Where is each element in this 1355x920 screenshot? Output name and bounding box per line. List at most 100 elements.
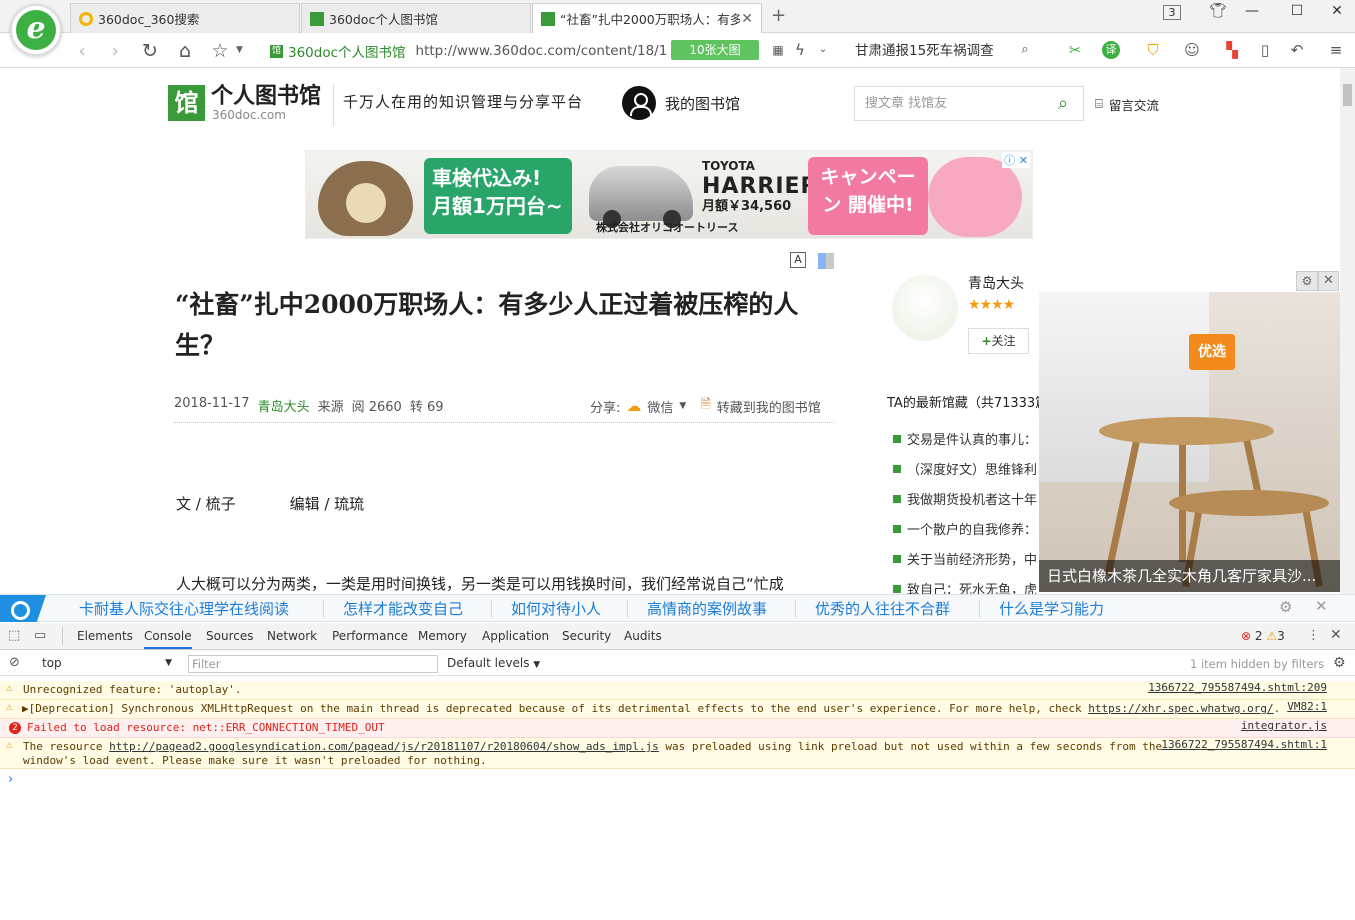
error-counter[interactable]: ⊗ 2 ⚠3 — [1241, 629, 1285, 643]
page-scrollbar[interactable] — [1340, 68, 1355, 594]
user-avatar-icon — [622, 86, 656, 120]
apps-icon[interactable]: ▚ — [1221, 40, 1243, 60]
back-icon[interactable]: ‹ — [70, 40, 94, 62]
ad-caption[interactable]: 日式白橡木茶几全实木角几客厅家具沙... — [1039, 560, 1340, 592]
list-item[interactable]: 关于当前经济形势，中 — [893, 549, 1043, 568]
site-search-input[interactable]: 搜文章 找馆友 — [854, 86, 1084, 121]
tab-application[interactable]: Application — [482, 629, 549, 643]
hot-search-field[interactable]: 甘肃通报15死车祸调查 — [855, 40, 1035, 62]
close-icon[interactable]: ✕ — [1315, 597, 1328, 615]
source-link[interactable]: 1366722_795587494.shtml:1 — [1161, 738, 1327, 752]
list-item[interactable]: （深度好文）思维锋利 — [893, 459, 1043, 478]
shirt-icon[interactable]: 👕︎ — [1204, 3, 1232, 23]
save-icon[interactable]: 🗎︎ — [700, 395, 710, 417]
search-icon[interactable]: ⌕ — [1052, 93, 1074, 115]
list-item[interactable]: 一个散户的自我修养： — [893, 519, 1043, 538]
scissors-icon[interactable]: ✂ — [1064, 40, 1086, 60]
close-devtools-icon[interactable]: ✕ — [1330, 627, 1342, 643]
list-item[interactable]: 我做期货投机者这十年 — [893, 489, 1043, 508]
undo-icon[interactable]: ↶ — [1286, 40, 1308, 60]
hot-link[interactable]: 什么是学习能力 — [999, 598, 1104, 619]
home-icon[interactable]: ⌂ — [173, 40, 197, 62]
tab-article[interactable]: “社畜”扎中2000万职场人：有多 ✕ — [532, 3, 762, 33]
doc-link[interactable]: https://xhr.spec.whatwg.org/ — [1088, 702, 1273, 715]
browser-logo[interactable]: e — [10, 4, 62, 56]
site-slogan: 千万人在用的知识管理与分享平台 — [343, 93, 584, 111]
game-icon[interactable]: ☺ — [1181, 40, 1203, 60]
gear-icon[interactable]: ⚙ — [1279, 598, 1292, 616]
minimize-icon[interactable]: — — [1238, 3, 1266, 23]
tab-network[interactable]: Network — [267, 629, 317, 643]
hot-link[interactable]: 如何对待小人 — [511, 598, 601, 619]
site-logo[interactable]: 馆 个人图书馆 360doc.com — [168, 83, 328, 123]
side-ad[interactable]: 优选 日式白橡木茶几全实木角几客厅家具沙... — [1039, 292, 1340, 592]
source-link[interactable]: integrator.js — [1241, 719, 1327, 733]
author-link[interactable]: 青岛大头 — [258, 396, 310, 415]
ad-green-box: 車検代込み! 月額1万円台~ — [424, 158, 572, 234]
forward-icon[interactable]: › — [103, 40, 127, 62]
tab-count-badge[interactable]: 3 — [1163, 5, 1181, 20]
device-toolbar-icon[interactable]: ▭ — [34, 628, 46, 643]
console-message: ⚠ The resource http://pagead2.googlesynd… — [0, 738, 1355, 769]
ad-close-icon[interactable]: ✕ — [1318, 271, 1339, 291]
ad-settings-icon[interactable]: ⚙ — [1296, 271, 1318, 291]
tab-360doc-home[interactable]: 360doc个人图书馆 — [301, 3, 531, 33]
refresh-icon[interactable]: ↻ — [138, 40, 162, 62]
new-tab-button[interactable]: + — [771, 5, 786, 26]
big-images-button[interactable]: 10张大图 — [671, 40, 759, 60]
message-link[interactable]: ⌸ 留言交流 — [1095, 95, 1159, 114]
author-name[interactable]: 青岛大头 — [968, 273, 1024, 293]
tab-security[interactable]: Security — [562, 629, 611, 643]
context-select[interactable]: top ▼ — [38, 654, 176, 672]
chevron-down-icon[interactable]: ⌄ — [812, 40, 834, 60]
close-tab-icon[interactable]: ✕ — [741, 11, 753, 27]
hot-link[interactable]: 卡耐基人际交往心理学在线阅读 — [79, 598, 289, 619]
tab-sources[interactable]: Sources — [206, 629, 253, 643]
resource-link[interactable]: http://pagead2.googlesyndication.com/pag… — [109, 740, 659, 753]
favorite-star-icon[interactable]: ☆ — [208, 40, 232, 62]
inspect-icon[interactable]: ⬚ — [8, 628, 20, 643]
chevron-down-icon[interactable]: ▼ — [679, 401, 686, 411]
wechat-share-button[interactable]: 微信 — [647, 397, 673, 416]
source-link[interactable]: 来源 — [318, 396, 344, 415]
maximize-icon[interactable]: ☐ — [1283, 3, 1311, 23]
translate-icon[interactable]: 译 — [1102, 41, 1120, 59]
tab-360search[interactable]: 360doc_360搜索 — [70, 3, 300, 33]
favorite-dropdown-icon[interactable]: ▼ — [236, 45, 243, 55]
360-search-icon[interactable] — [0, 595, 46, 622]
ad-banner[interactable]: 車検代込み! 月額1万円台~ TOYOTA HARRIER 月額￥34,560 … — [305, 150, 1033, 239]
hot-link[interactable]: 高情商的案例故事 — [647, 598, 767, 619]
wechat-icon[interactable]: ☁ — [626, 397, 641, 415]
hot-link[interactable]: 怎样才能改变自己 — [343, 598, 463, 619]
lightning-icon[interactable]: ϟ — [789, 40, 811, 60]
clear-console-icon[interactable]: ⊘ — [9, 655, 20, 670]
list-item[interactable]: 交易是件认真的事儿： — [893, 429, 1043, 448]
author-avatar[interactable] — [892, 275, 958, 341]
close-window-icon[interactable]: ✕ — [1323, 3, 1351, 23]
source-link[interactable]: 1366722_795587494.shtml:209 — [1148, 681, 1327, 695]
search-icon[interactable]: ⌕ — [1014, 40, 1036, 60]
my-library-link[interactable]: 我的图书馆 — [622, 86, 740, 120]
more-options-icon[interactable]: ⋮ — [1307, 628, 1320, 643]
hot-link[interactable]: 优秀的人往往不合群 — [815, 598, 950, 619]
layout-icon[interactable] — [818, 253, 834, 269]
console-prompt[interactable]: › — [8, 772, 13, 787]
grid-icon[interactable]: ▦ — [767, 40, 789, 60]
shield-icon[interactable]: ⛉ — [1142, 40, 1164, 60]
save-to-library-button[interactable]: 转藏到我的图书馆 — [717, 397, 821, 416]
menu-icon[interactable]: ≡ — [1325, 40, 1347, 60]
follow-button[interactable]: +关注 — [968, 328, 1029, 354]
console-settings-icon[interactable]: ⚙ — [1333, 655, 1346, 671]
tab-console[interactable]: Console — [144, 629, 192, 649]
tab-audits[interactable]: Audits — [624, 629, 662, 643]
tab-memory[interactable]: Memory — [418, 629, 467, 643]
font-size-icon[interactable]: A — [790, 252, 806, 268]
scroll-thumb[interactable] — [1343, 84, 1352, 106]
adchoices-icon[interactable]: ⓘ ✕ — [1002, 152, 1030, 168]
source-link[interactable]: VM82:1 — [1287, 700, 1327, 714]
log-levels-select[interactable]: Default levels ▼ — [447, 656, 540, 670]
tab-performance[interactable]: Performance — [332, 629, 408, 643]
console-filter-input[interactable]: Filter — [188, 655, 438, 673]
tab-elements[interactable]: Elements — [77, 629, 133, 643]
phone-icon[interactable]: ▯ — [1254, 40, 1276, 60]
